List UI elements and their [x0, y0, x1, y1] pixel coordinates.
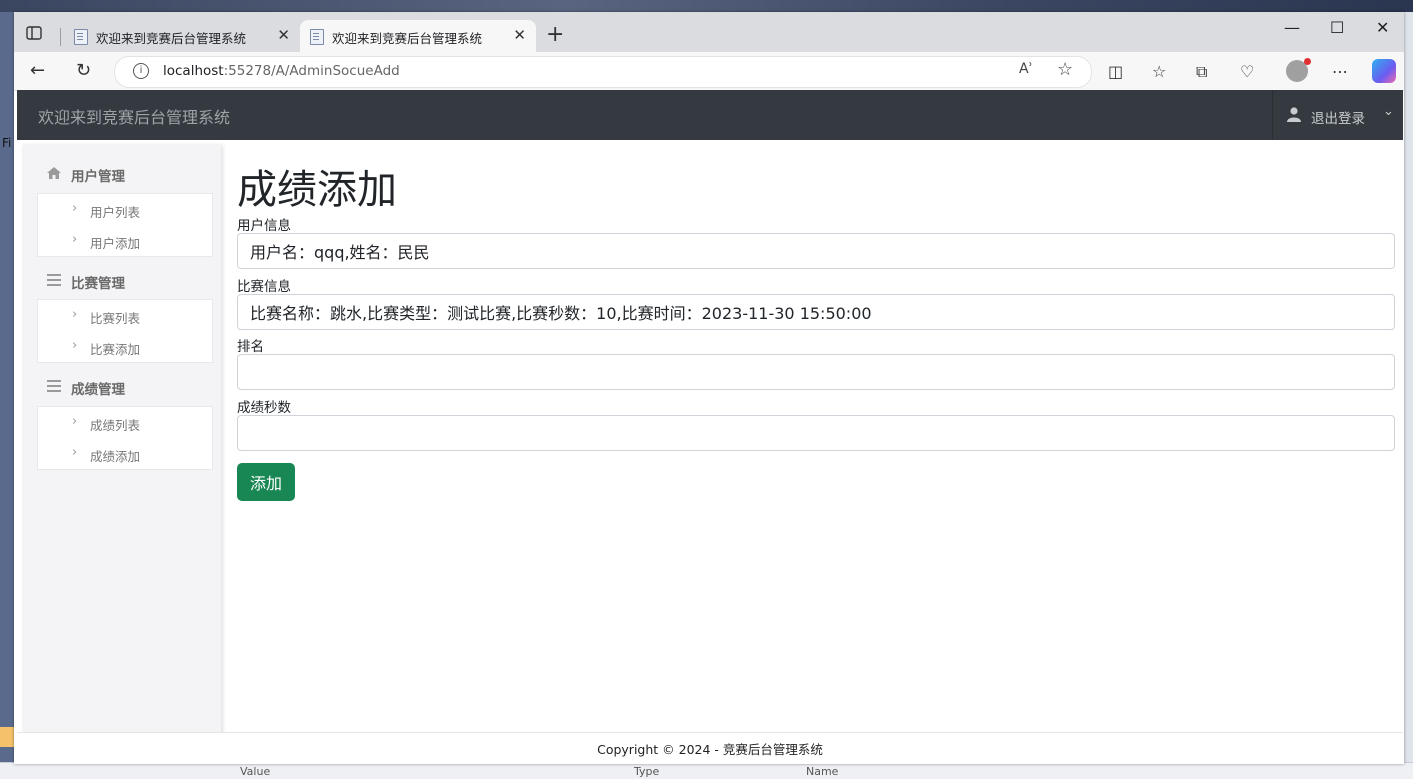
web-page: 欢迎来到竞赛后台管理系统 退出登录 ⌄ 用户管理 › 用户列表 › 用户添加 比… — [17, 90, 1403, 763]
column-header-name: Name — [806, 765, 839, 778]
top-navbar: 欢迎来到竞赛后台管理系统 退出登录 ⌄ — [17, 90, 1403, 140]
submenu: › 成绩列表 › 成绩添加 — [37, 406, 213, 470]
field-label-user: 用户信息 — [237, 218, 291, 234]
field-label-match: 比赛信息 — [237, 279, 291, 295]
user-info-field[interactable] — [237, 233, 1395, 269]
sidebar-item-score-add[interactable]: › 成绩添加 — [72, 445, 140, 465]
add-button[interactable]: 添加 — [237, 463, 295, 501]
field-label-rank: 排名 — [237, 339, 264, 355]
sidebar-group-label: 比赛管理 — [71, 276, 125, 292]
desktop-background — [0, 0, 1413, 12]
collections-icon[interactable]: ⧉ — [1196, 62, 1207, 82]
chevron-right-icon: › — [72, 201, 78, 216]
user-icon — [1287, 107, 1301, 122]
split-screen-icon[interactable]: ◫ — [1108, 62, 1123, 81]
sidebar-item-match-add[interactable]: › 比赛添加 — [72, 338, 140, 358]
profile-icon[interactable] — [1286, 58, 1311, 82]
tab-close-icon[interactable]: ✕ — [513, 26, 526, 44]
more-icon[interactable]: ⋯ — [1332, 62, 1348, 81]
favorites-icon[interactable]: ☆ — [1152, 62, 1166, 81]
new-tab-button[interactable]: + — [546, 22, 564, 47]
close-window-button[interactable]: ✕ — [1376, 18, 1389, 37]
refresh-icon[interactable]: ↻ — [76, 60, 91, 81]
address-toolbar: ← ↻ i localhost:55278/A/AdminSocueAdd Aʾ… — [14, 52, 1404, 91]
background-app-bottom: Value Type Name — [0, 762, 1413, 779]
list-icon — [47, 380, 61, 392]
copyright-text: Copyright © 2024 - 竞赛后台管理系统 — [597, 742, 823, 757]
submenu: › 比赛列表 › 比赛添加 — [37, 299, 213, 363]
score-seconds-field[interactable] — [237, 415, 1395, 451]
chevron-right-icon: › — [72, 414, 78, 429]
logout-label[interactable]: 退出登录 — [1311, 107, 1365, 127]
page-title: 成绩添加 — [237, 167, 397, 213]
user-dropdown[interactable]: 退出登录 ⌄ — [1272, 90, 1403, 140]
tab-close-icon[interactable]: ✕ — [277, 26, 290, 44]
tab-active[interactable]: 欢迎来到竞赛后台管理系统 ✕ — [300, 20, 536, 52]
url-text[interactable]: localhost:55278/A/AdminSocueAdd — [163, 63, 400, 79]
tab-inactive[interactable]: 欢迎来到竞赛后台管理系统 ✕ — [64, 20, 300, 52]
info-icon[interactable]: i — [133, 63, 149, 79]
rank-field[interactable] — [237, 354, 1395, 390]
tab-title: 欢迎来到竞赛后台管理系统 — [332, 31, 483, 46]
tab-bar: 欢迎来到竞赛后台管理系统 ✕ 欢迎来到竞赛后台管理系统 ✕ + — ☐ ✕ — [14, 12, 1404, 52]
favorite-star-icon[interactable]: ☆ — [1057, 59, 1073, 80]
sidebar-item-match-list[interactable]: › 比赛列表 — [72, 307, 140, 327]
back-icon[interactable]: ← — [30, 60, 45, 81]
background-app-text: Fi — [2, 136, 12, 150]
match-info-field[interactable] — [237, 294, 1395, 330]
copilot-icon[interactable] — [1372, 59, 1396, 83]
list-icon — [47, 274, 61, 286]
performance-icon[interactable]: ♡ — [1240, 62, 1254, 81]
sidebar-item-user-list[interactable]: › 用户列表 — [72, 201, 140, 221]
background-app-left: Fi — [0, 12, 14, 778]
submenu: › 用户列表 › 用户添加 — [37, 193, 213, 257]
site-brand[interactable]: 欢迎来到竞赛后台管理系统 — [38, 104, 230, 128]
sidebar-item-user-add[interactable]: › 用户添加 — [72, 232, 140, 252]
browser-window: 欢迎来到竞赛后台管理系统 ✕ 欢迎来到竞赛后台管理系统 ✕ + — ☐ ✕ ← … — [14, 12, 1404, 764]
tab-title: 欢迎来到竞赛后台管理系统 — [96, 31, 247, 46]
read-aloud-icon[interactable]: Aʾ — [1019, 61, 1033, 77]
page-favicon-icon — [74, 29, 88, 45]
chevron-right-icon: › — [72, 232, 78, 247]
sidebar: 用户管理 › 用户列表 › 用户添加 比赛管理 › 比赛列表 › 比赛添加 成绩… — [22, 145, 221, 763]
sidebar-item-score-list[interactable]: › 成绩列表 — [72, 414, 140, 434]
chevron-right-icon: › — [72, 445, 78, 460]
chevron-right-icon: › — [72, 338, 78, 353]
footer: Copyright © 2024 - 竞赛后台管理系统 — [17, 732, 1403, 763]
column-header-type: Type — [634, 765, 660, 778]
page-favicon-icon — [310, 29, 324, 45]
minimize-button[interactable]: — — [1284, 18, 1300, 37]
chevron-down-icon: ⌄ — [1383, 104, 1394, 119]
background-app-right — [1404, 12, 1413, 778]
sidebar-group-label: 用户管理 — [71, 169, 125, 185]
tab-actions-icon[interactable] — [26, 26, 42, 40]
chevron-right-icon: › — [72, 307, 78, 322]
column-header-value: Value — [240, 765, 271, 778]
address-bar[interactable]: i localhost:55278/A/AdminSocueAdd Aʾ ☆ — [114, 56, 1092, 88]
sidebar-group-label: 成绩管理 — [71, 382, 125, 398]
field-label-score-seconds: 成绩秒数 — [237, 400, 291, 416]
home-icon — [47, 167, 61, 179]
maximize-button[interactable]: ☐ — [1330, 18, 1344, 37]
